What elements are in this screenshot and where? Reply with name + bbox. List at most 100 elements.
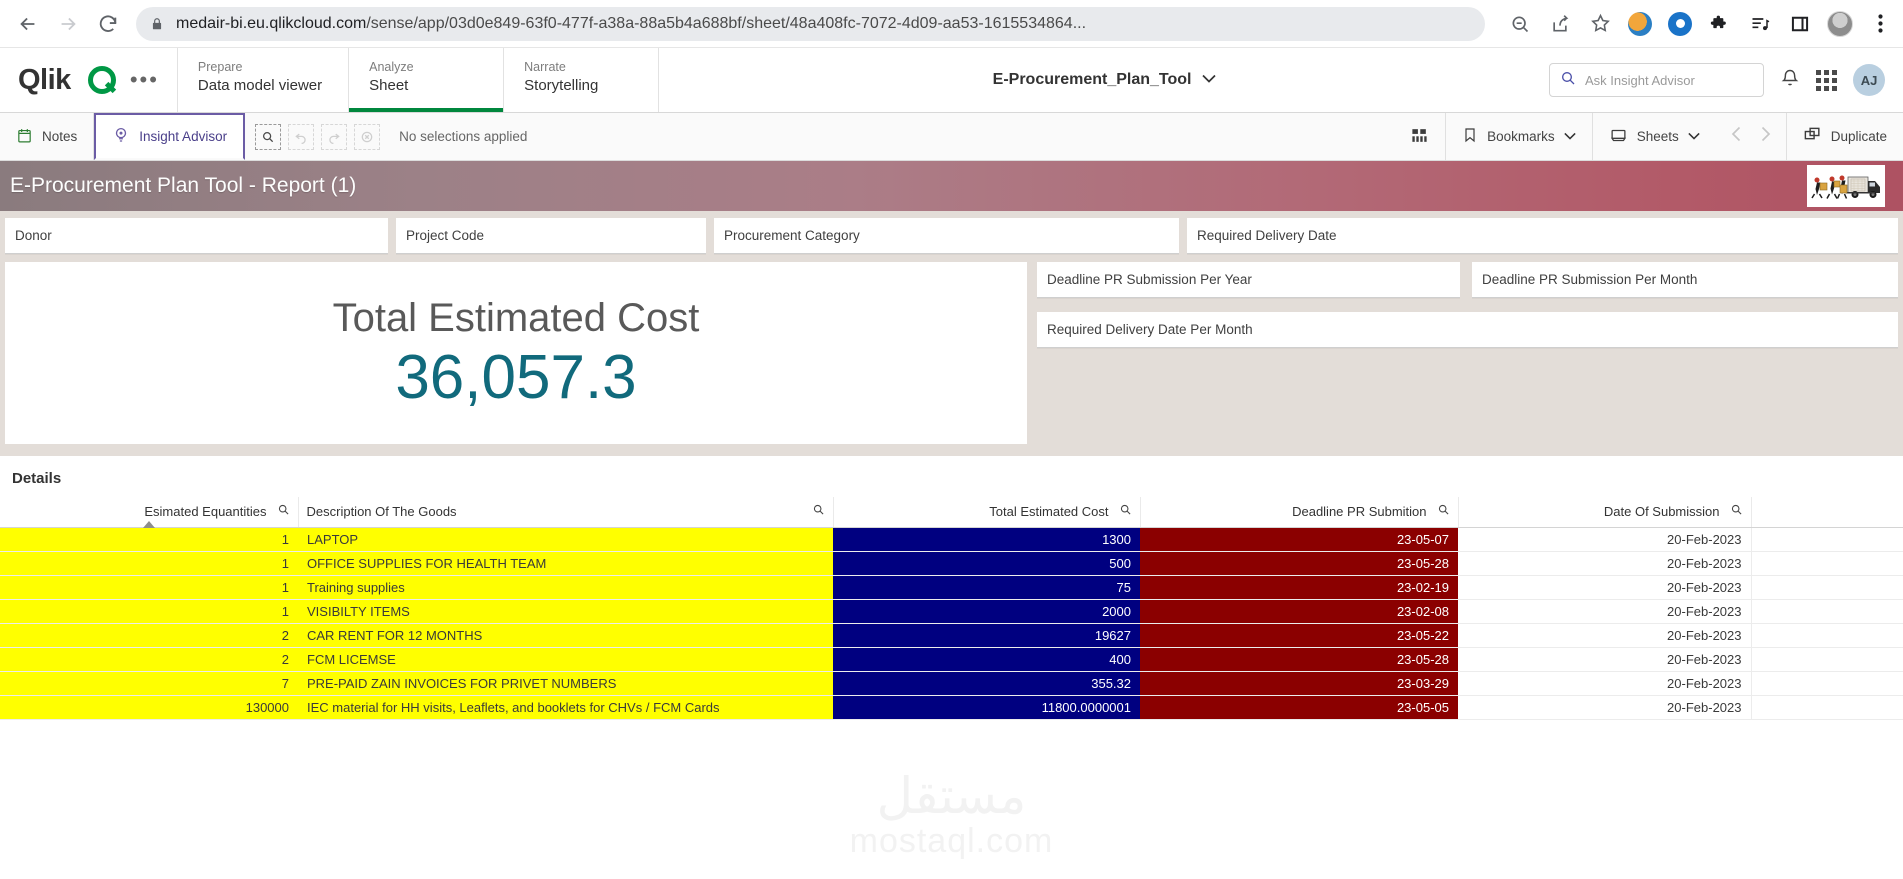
zoom-out-icon[interactable] [1507,11,1533,37]
cell-esimated-equantities[interactable]: 7 [0,671,298,696]
cell-total-estimated-cost[interactable]: 2000 [833,599,1140,624]
cell-date-of-submission[interactable]: 20-Feb-2023 [1458,623,1751,648]
cell-esimated-equantities[interactable]: 1 [0,551,298,576]
selection-search-icon[interactable] [255,123,282,150]
cell-total-estimated-cost[interactable]: 400 [833,647,1140,672]
cell-total-estimated-cost[interactable]: 355.32 [833,671,1140,696]
cell-description-of-the-goods[interactable]: IEC material for HH visits, Leaflets, an… [298,695,833,720]
bell-icon[interactable] [1780,68,1800,93]
table-row[interactable]: 2 CAR RENT FOR 12 MONTHS 19627 23-05-22 20-F… [0,623,1903,648]
cell-description-of-the-goods[interactable]: Training supplies [298,575,833,600]
cell-deadline-pr-submition[interactable]: 23-03-29 [1140,671,1458,696]
share-icon[interactable] [1547,11,1573,37]
forward-arrow-icon[interactable] [50,6,86,42]
address-bar[interactable]: medair-bi.eu.qlikcloud.com/sense/app/03d… [136,6,1485,41]
table-row[interactable]: 130000 IEC material for HH visits, Leafle… [0,695,1903,720]
sheets-chevron-down-icon[interactable] [1688,131,1700,143]
table-row[interactable]: 1 OFFICE SUPPLIES FOR HEALTH TEAM 500 23-05… [0,551,1903,576]
cell-esimated-equantities[interactable]: 1 [0,599,298,624]
cell-esimated-equantities[interactable]: 2 [0,647,298,672]
table-row[interactable]: 2 FCM LICEMSE 400 23-05-28 20-Feb-2023 [0,647,1903,672]
step-forward-icon[interactable] [321,123,348,150]
back-arrow-icon[interactable] [10,6,46,42]
filter-deadline-pr-submission-per-year[interactable]: Deadline PR Submission Per Year [1037,262,1460,298]
cell-date-of-submission[interactable]: 20-Feb-2023 [1458,551,1751,576]
cell-description-of-the-goods[interactable]: OFFICE SUPPLIES FOR HEALTH TEAM [298,551,833,576]
cell-deadline-pr-submition[interactable]: 23-05-07 [1140,527,1458,552]
column-search-icon[interactable] [1119,503,1132,519]
filter-project-code[interactable]: Project Code [396,218,706,254]
column-search-icon[interactable] [277,503,290,519]
cell-deadline-pr-submition[interactable]: 23-05-28 [1140,647,1458,672]
cell-total-estimated-cost[interactable]: 19627 [833,623,1140,648]
cell-description-of-the-goods[interactable]: PRE-PAID ZAIN INVOICES FOR PRIVET NUMBER… [298,671,833,696]
chevron-right-icon[interactable] [1751,126,1780,148]
cell-deadline-pr-submition[interactable]: 23-02-08 [1140,599,1458,624]
cell-deadline-pr-submition[interactable]: 23-05-28 [1140,551,1458,576]
filter-required-delivery-date[interactable]: Required Delivery Date [1187,218,1898,254]
cell-deadline-pr-submition[interactable]: 23-05-22 [1140,623,1458,648]
filter-deadline-pr-submission-per-month[interactable]: Deadline PR Submission Per Month [1472,262,1898,298]
cell-esimated-equantities[interactable]: 1 [0,527,298,552]
cell-total-estimated-cost[interactable]: 75 [833,575,1140,600]
cell-date-of-submission[interactable]: 20-Feb-2023 [1458,527,1751,552]
step-back-icon[interactable] [288,123,315,150]
reload-icon[interactable] [90,6,126,42]
nav-section-narrate[interactable]: Narrate Storytelling [504,48,660,112]
table-row[interactable]: 1 LAPTOP 1300 23-05-07 20-Feb-2023 [0,527,1903,552]
playlist-icon[interactable] [1747,11,1773,37]
three-dot-menu-icon[interactable] [1867,11,1893,37]
cell-esimated-equantities[interactable]: 1 [0,575,298,600]
column-search-icon[interactable] [1730,503,1743,519]
column-header-esimated-equantities[interactable]: Esimated Equantities [0,497,299,528]
user-avatar[interactable]: AJ [1853,64,1885,96]
filter-donor[interactable]: Donor [5,218,388,254]
table-row[interactable]: 1 Training supplies 75 23-02-19 20-Feb-2023 [0,575,1903,600]
clear-selections-icon[interactable] [354,123,381,150]
cell-date-of-submission[interactable]: 20-Feb-2023 [1458,575,1751,600]
extension-profile-icon[interactable] [1627,11,1653,37]
cell-esimated-equantities[interactable]: 130000 [0,695,298,720]
column-header-total-estimated-cost[interactable]: Total Estimated Cost [833,497,1141,528]
filter-procurement-category[interactable]: Procurement Category [714,218,1179,254]
apps-grid-icon[interactable] [1816,69,1837,91]
chevron-down-icon[interactable] [1201,74,1216,86]
filter-required-delivery-date-per-month[interactable]: Required Delivery Date Per Month [1037,312,1898,348]
cell-deadline-pr-submition[interactable]: 23-05-05 [1140,695,1458,720]
cell-description-of-the-goods[interactable]: CAR RENT FOR 12 MONTHS [298,623,833,648]
column-header-description-of-the-goods[interactable]: Description Of The Goods [298,497,834,528]
cell-esimated-equantities[interactable]: 2 [0,623,298,648]
table-row[interactable]: 7 PRE-PAID ZAIN INVOICES FOR PRIVET NUMBE… [0,671,1903,696]
insight-advisor-search[interactable]: Ask Insight Advisor [1549,63,1764,97]
kpi-total-estimated-cost[interactable]: Total Estimated Cost 36,057.3 [5,262,1027,444]
app-title-group[interactable]: E-Procurement_Plan_Tool [659,48,1549,112]
cell-description-of-the-goods[interactable]: VISIBILTY ITEMS [298,599,833,624]
sheets-button[interactable]: Sheets [1591,113,1716,160]
notes-button[interactable]: Notes [0,113,95,160]
avatar[interactable] [1827,10,1853,37]
puzzle-icon[interactable] [1707,11,1733,37]
cell-description-of-the-goods[interactable]: LAPTOP [298,527,833,552]
bookmarks-button[interactable]: Bookmarks [1446,113,1592,160]
cell-date-of-submission[interactable]: 20-Feb-2023 [1458,671,1751,696]
column-header-date-of-submission[interactable]: Date Of Submission [1458,497,1752,528]
sheet-layout-button[interactable] [1394,113,1447,160]
table-row[interactable]: 1 VISIBILTY ITEMS 2000 23-02-08 20-Feb-2023 [0,599,1903,624]
column-search-icon[interactable] [1437,503,1450,519]
bookmarks-chevron-down-icon[interactable] [1563,131,1576,143]
overflow-menu-icon[interactable]: ••• [130,67,159,93]
cell-total-estimated-cost[interactable]: 500 [833,551,1140,576]
nav-section-prepare[interactable]: Prepare Data model viewer [178,48,350,112]
nav-section-analyze[interactable]: Analyze Sheet [349,48,505,112]
chevron-left-icon[interactable] [1722,126,1751,148]
cell-date-of-submission[interactable]: 20-Feb-2023 [1458,695,1751,720]
cell-date-of-submission[interactable]: 20-Feb-2023 [1458,647,1751,672]
cell-date-of-submission[interactable]: 20-Feb-2023 [1458,599,1751,624]
insight-advisor-tab[interactable]: Insight Advisor [94,113,246,160]
column-header-deadline-pr-submition[interactable]: Deadline PR Submition [1140,497,1459,528]
star-icon[interactable] [1587,11,1613,37]
duplicate-button[interactable]: Duplicate [1785,113,1903,160]
column-search-icon[interactable] [812,503,825,519]
qlik-logo-group[interactable]: Qlik ••• [0,48,178,112]
cell-total-estimated-cost[interactable]: 11800.0000001 [833,695,1140,720]
